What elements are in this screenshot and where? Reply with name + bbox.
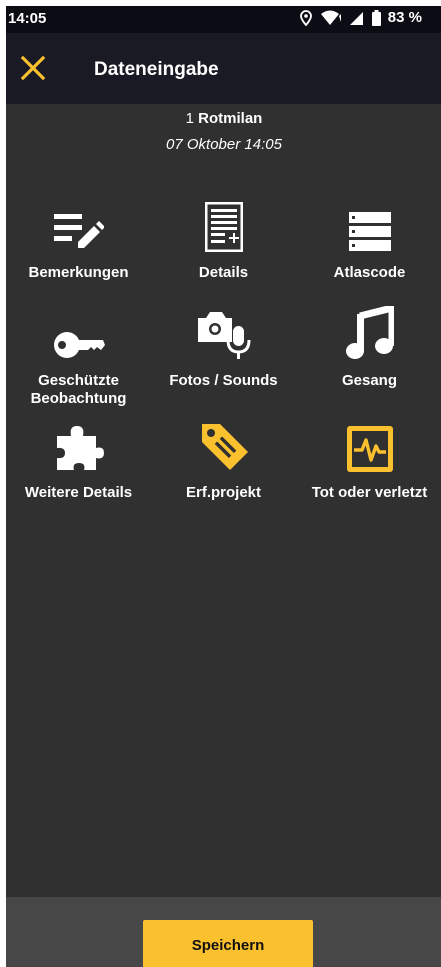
health-monitor-icon: [297, 420, 441, 472]
tile-label: Bemerkungen: [28, 264, 129, 281]
save-button[interactable]: Speichern: [143, 920, 313, 967]
tile-bemerkungen[interactable]: Bemerkungen: [6, 200, 151, 282]
tile-label: Gesang: [341, 372, 398, 389]
wifi-icon: [320, 10, 342, 26]
observation-species-line: 1 Rotmilan: [6, 110, 441, 127]
tile-label: Weitere Details: [24, 484, 133, 501]
tile-fotos-sounds[interactable]: Fotos / Sounds: [151, 308, 296, 390]
tag-icon: [151, 420, 296, 472]
app-bar: Dateneingabe: [6, 33, 441, 104]
bottom-bar: Speichern: [6, 897, 441, 967]
tile-geschuetzte-beobachtung[interactable]: Geschützte Beobachtung: [6, 308, 151, 408]
music-note-icon: [297, 306, 441, 360]
camera-mic-icon: [151, 308, 296, 360]
status-bar: 14:05 83 %: [6, 6, 441, 33]
location-icon: [299, 9, 313, 26]
observation-species: Rotmilan: [198, 110, 263, 127]
tile-erf-projekt[interactable]: Erf.projekt: [151, 420, 296, 502]
signal-icon: [349, 10, 365, 26]
app-screen: 14:05 83 % Dateneingabe 1 Rotmilan 07 Ok…: [6, 6, 441, 967]
tile-label: Fotos / Sounds: [169, 372, 278, 389]
tile-gesang[interactable]: Gesang: [297, 306, 441, 390]
key-icon: [6, 308, 151, 360]
tile-atlascode[interactable]: Atlascode: [297, 200, 441, 282]
document-add-icon: [151, 190, 296, 252]
battery-icon: [371, 9, 381, 26]
status-icons: 83 %: [299, 9, 422, 26]
status-time: 14:05: [8, 10, 47, 27]
tile-label: Tot oder verletzt: [311, 484, 428, 501]
tile-details[interactable]: Details: [151, 190, 296, 282]
tile-label: Erf.projekt: [185, 484, 261, 501]
tile-label: Atlascode: [333, 264, 406, 281]
observation-datetime: 07 Oktober 14:05: [166, 136, 282, 153]
observation-count: 1: [185, 110, 194, 127]
list-icon: [297, 200, 441, 252]
tile-label-line2: Beobachtung: [30, 390, 127, 407]
tile-label-line1: Geschützte: [38, 372, 119, 389]
page-title: Dateneingabe: [94, 59, 219, 80]
observation-summary: 1 Rotmilan 07 Oktober 14:05: [6, 110, 441, 153]
tile-tot-oder-verletzt[interactable]: Tot oder verletzt: [297, 420, 441, 502]
edit-notes-icon: [6, 200, 151, 252]
tile-weitere-details[interactable]: Weitere Details: [6, 420, 151, 502]
close-button[interactable]: [20, 55, 46, 81]
tile-label: Geschützte Beobachtung: [6, 372, 151, 408]
puzzle-icon: [6, 420, 151, 472]
tile-label: Details: [198, 264, 249, 281]
close-icon: [20, 55, 46, 81]
battery-percent: 83 %: [387, 9, 422, 26]
